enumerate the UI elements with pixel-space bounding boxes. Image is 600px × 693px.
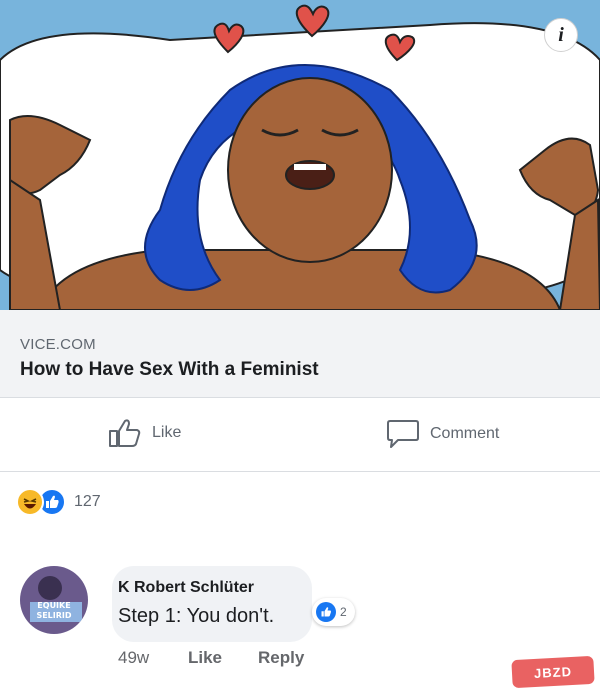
comment-bubble: K Robert Schlüter Step 1: You don't. — [112, 566, 312, 642]
illustration — [0, 4, 600, 310]
action-bar: Like Comment — [0, 398, 600, 472]
link-caption[interactable]: VICE.COM How to Have Sex With a Feminist — [0, 310, 600, 398]
link-domain: VICE.COM — [20, 336, 96, 353]
comment-icon — [387, 420, 419, 448]
watermark-logo: JBZD — [511, 655, 595, 689]
info-icon[interactable]: i — [544, 18, 578, 52]
comment-like-button[interactable]: Like — [188, 648, 258, 668]
comment-reaction-count: 2 — [340, 605, 347, 619]
comment-meta: 49w Like Reply — [118, 648, 304, 668]
like-label: Like — [152, 424, 182, 441]
avatar[interactable]: EQUIKE SELIRID — [20, 566, 88, 634]
svg-text:EQUIKE: EQUIKE — [37, 601, 70, 610]
svg-text:SELIRID: SELIRID — [36, 611, 71, 620]
comment-button[interactable]: Comment — [386, 418, 499, 450]
comment-time[interactable]: 49w — [118, 648, 188, 668]
comment-author[interactable]: K Robert Schlüter — [118, 579, 312, 597]
thumbs-up-icon — [109, 419, 141, 447]
reaction-count: 127 — [74, 493, 101, 510]
comment-reply-button[interactable]: Reply — [258, 648, 304, 668]
like-icon — [316, 602, 336, 622]
comment-reaction-badge[interactable]: 2 — [312, 598, 355, 626]
comment-label: Comment — [430, 425, 500, 442]
link-title[interactable]: How to Have Sex With a Feminist — [20, 359, 580, 381]
reaction-summary[interactable]: 127 — [16, 488, 101, 516]
link-preview-image[interactable]: i — [0, 0, 600, 310]
comment-text: Step 1: You don't. — [118, 605, 275, 627]
haha-icon — [16, 488, 44, 516]
like-button[interactable]: Like — [108, 418, 181, 448]
